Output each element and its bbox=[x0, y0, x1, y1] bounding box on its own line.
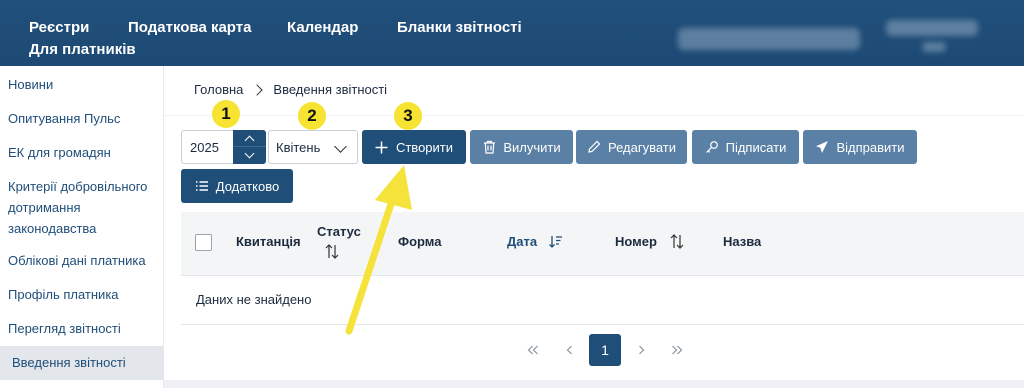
annotation-arrow bbox=[345, 165, 412, 335]
